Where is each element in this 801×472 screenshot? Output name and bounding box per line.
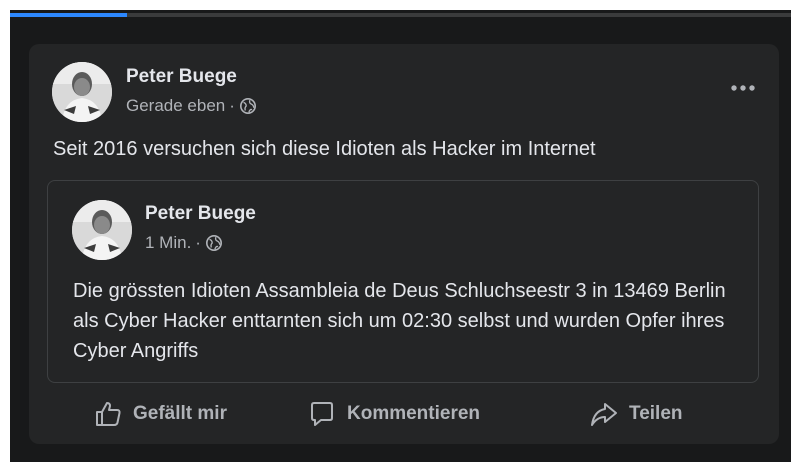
author-name[interactable]: Peter Buege [126,66,237,88]
post-actions-bar: Gefällt mir Kommentieren Teilen [29,394,779,434]
meta-separator: · [229,96,235,115]
shared-post-meta: 1 Min. · [145,233,223,253]
post-meta: Gerade eben · [126,96,257,116]
globe-icon[interactable] [239,97,257,115]
post-card: Peter Buege Gerade eben · Seit 2016 vers… [29,44,779,444]
app-window: Peter Buege Gerade eben · Seit 2016 vers… [10,10,791,462]
shared-post[interactable]: Peter Buege 1 Min. · Die grössten Idiote… [47,180,759,383]
comment-button[interactable]: Kommentieren [307,394,480,434]
share-icon [591,403,617,426]
comment-label: Kommentieren [347,403,481,424]
like-label: Gefällt mir [133,403,227,424]
more-options-button[interactable] [725,76,761,100]
globe-icon[interactable] [205,234,223,252]
post-text: Seit 2016 versuchen sich diese Idioten a… [53,138,596,160]
loading-progress-bar [10,13,791,17]
shared-post-timestamp[interactable]: 1 Min. [145,233,191,253]
meta-separator: · [195,233,201,252]
shared-author-avatar[interactable] [72,200,132,260]
loading-progress-fill [10,13,128,17]
avatar-photo [52,62,112,122]
thumbs-up-icon [96,402,121,426]
more-options-icon [731,85,755,91]
comment-icon [311,402,333,426]
author-avatar[interactable] [52,62,112,122]
shared-post-text: Die grössten Idioten Assambleia de Deus … [73,280,726,362]
post-timestamp[interactable]: Gerade eben [126,96,225,116]
share-button[interactable]: Teilen [589,394,683,434]
share-label: Teilen [629,403,683,424]
shared-author-name[interactable]: Peter Buege [145,203,256,225]
like-button[interactable]: Gefällt mir [93,394,227,434]
avatar-photo [72,200,132,260]
